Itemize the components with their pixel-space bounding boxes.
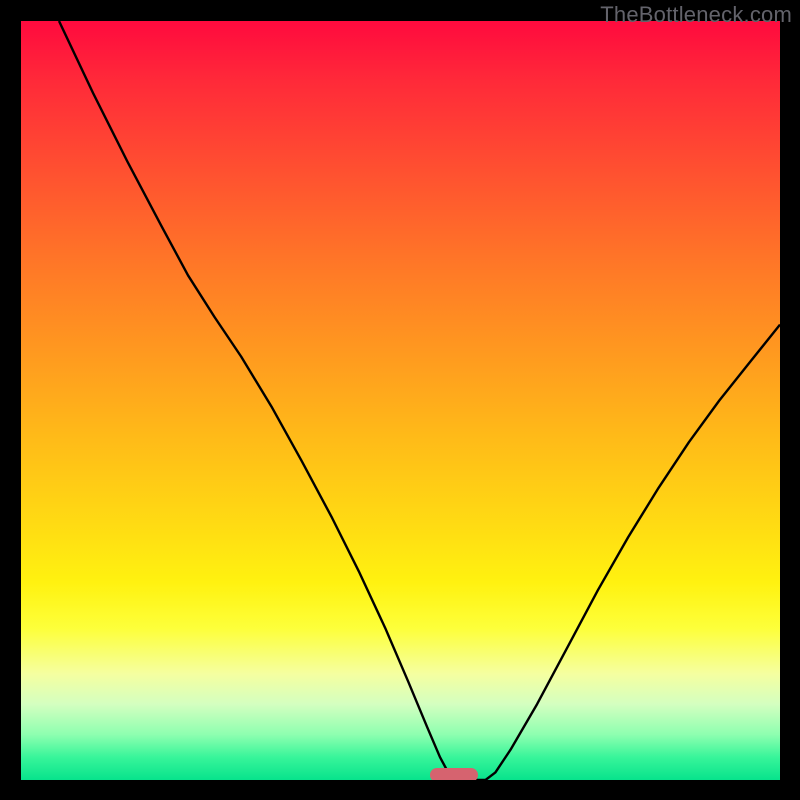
bottleneck-curve [21, 21, 780, 780]
chart-frame: TheBottleneck.com [0, 0, 800, 800]
watermark-text: TheBottleneck.com [600, 2, 792, 28]
optimal-marker [430, 768, 478, 780]
plot-area [21, 21, 780, 780]
